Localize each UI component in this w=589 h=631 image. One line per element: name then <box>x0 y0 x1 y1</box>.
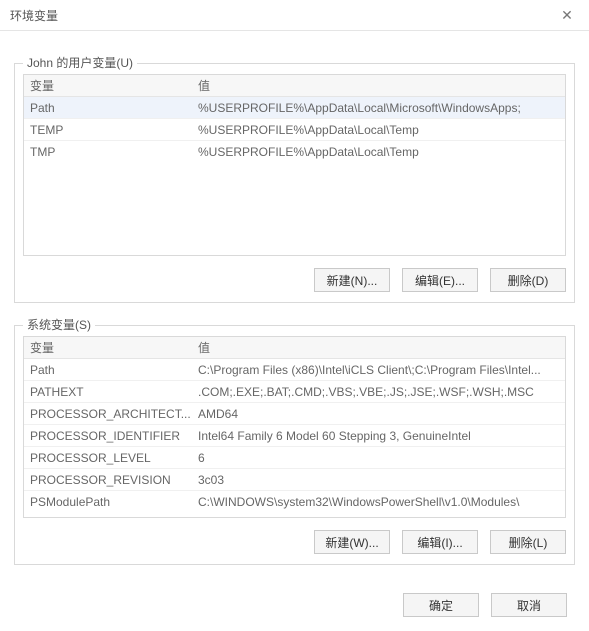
ok-button[interactable]: 确定 <box>403 593 479 617</box>
var-value: Intel64 Family 6 Model 60 Stepping 3, Ge… <box>198 429 559 443</box>
cancel-button[interactable]: 取消 <box>491 593 567 617</box>
var-name: PROCESSOR_IDENTIFIER <box>30 429 198 443</box>
close-icon[interactable]: ✕ <box>553 7 581 24</box>
var-name: PROCESSOR_REVISION <box>30 473 198 487</box>
var-value: .COM;.EXE;.BAT;.CMD;.VBS;.VBE;.JS;.JSE;.… <box>198 385 559 399</box>
sys-vars-group: 系统变量(S) 变量 值 PathC:\Program Files (x86)\… <box>14 325 575 565</box>
var-name: TEMP <box>30 123 198 137</box>
window-title: 环境变量 <box>10 7 553 24</box>
table-row[interactable]: PATHEXT.COM;.EXE;.BAT;.CMD;.VBS;.VBE;.JS… <box>24 381 565 403</box>
var-value: %USERPROFILE%\AppData\Local\Temp <box>198 145 559 159</box>
user-vars-grid[interactable]: 变量 值 Path%USERPROFILE%\AppData\Local\Mic… <box>23 74 566 256</box>
table-row[interactable]: PathC:\Program Files (x86)\Intel\iCLS Cl… <box>24 359 565 381</box>
user-edit-button[interactable]: 编辑(E)... <box>402 268 478 292</box>
table-row[interactable]: TMP%USERPROFILE%\AppData\Local\Temp <box>24 141 565 163</box>
var-name: PATHEXT <box>30 385 198 399</box>
user-header-var: 变量 <box>30 77 198 94</box>
var-name: TMP <box>30 145 198 159</box>
dialog-buttons: 确定 取消 <box>0 579 589 617</box>
titlebar: 环境变量 ✕ <box>0 0 589 31</box>
user-vars-caption: John 的用户变量(U) <box>23 54 137 71</box>
dialog-client: John 的用户变量(U) 变量 值 Path%USERPROFILE%\App… <box>0 31 589 579</box>
sys-vars-header: 变量 值 <box>24 337 565 359</box>
user-vars-header: 变量 值 <box>24 75 565 97</box>
table-row[interactable]: PROCESSOR_IDENTIFIERIntel64 Family 6 Mod… <box>24 425 565 447</box>
sys-vars-buttons: 新建(W)... 编辑(I)... 删除(L) <box>23 530 566 554</box>
user-delete-button[interactable]: 删除(D) <box>490 268 566 292</box>
user-header-val: 值 <box>198 77 559 94</box>
var-name: PROCESSOR_ARCHITECT... <box>30 407 198 421</box>
sys-new-button[interactable]: 新建(W)... <box>314 530 390 554</box>
user-vars-body: Path%USERPROFILE%\AppData\Local\Microsof… <box>24 97 565 255</box>
user-new-button[interactable]: 新建(N)... <box>314 268 390 292</box>
var-name: PSModulePath <box>30 495 198 509</box>
table-row[interactable]: PROCESSOR_ARCHITECT...AMD64 <box>24 403 565 425</box>
table-row[interactable]: TEMP%USERPROFILE%\AppData\Local\Temp <box>24 119 565 141</box>
user-vars-group: John 的用户变量(U) 变量 值 Path%USERPROFILE%\App… <box>14 63 575 303</box>
var-value: C:\WINDOWS\system32\WindowsPowerShell\v1… <box>198 495 559 509</box>
sys-edit-button[interactable]: 编辑(I)... <box>402 530 478 554</box>
sys-delete-button[interactable]: 删除(L) <box>490 530 566 554</box>
sys-vars-grid[interactable]: 变量 值 PathC:\Program Files (x86)\Intel\iC… <box>23 336 566 518</box>
table-row[interactable]: PROCESSOR_LEVEL6 <box>24 447 565 469</box>
var-value: 3c03 <box>198 473 559 487</box>
sys-header-val: 值 <box>198 339 559 356</box>
table-row[interactable]: PROCESSOR_REVISION3c03 <box>24 469 565 491</box>
user-vars-buttons: 新建(N)... 编辑(E)... 删除(D) <box>23 268 566 292</box>
sys-vars-caption: 系统变量(S) <box>23 316 95 333</box>
var-name: PROCESSOR_LEVEL <box>30 451 198 465</box>
sys-vars-body: PathC:\Program Files (x86)\Intel\iCLS Cl… <box>24 359 565 517</box>
table-row[interactable]: PSModulePathC:\WINDOWS\system32\WindowsP… <box>24 491 565 513</box>
sys-header-var: 变量 <box>30 339 198 356</box>
var-value: %USERPROFILE%\AppData\Local\Microsoft\Wi… <box>198 101 559 115</box>
var-name: Path <box>30 101 198 115</box>
table-row[interactable]: Path%USERPROFILE%\AppData\Local\Microsof… <box>24 97 565 119</box>
var-value: C:\Program Files (x86)\Intel\iCLS Client… <box>198 363 559 377</box>
var-name: Path <box>30 363 198 377</box>
var-value: %USERPROFILE%\AppData\Local\Temp <box>198 123 559 137</box>
var-value: AMD64 <box>198 407 559 421</box>
var-value: 6 <box>198 451 559 465</box>
